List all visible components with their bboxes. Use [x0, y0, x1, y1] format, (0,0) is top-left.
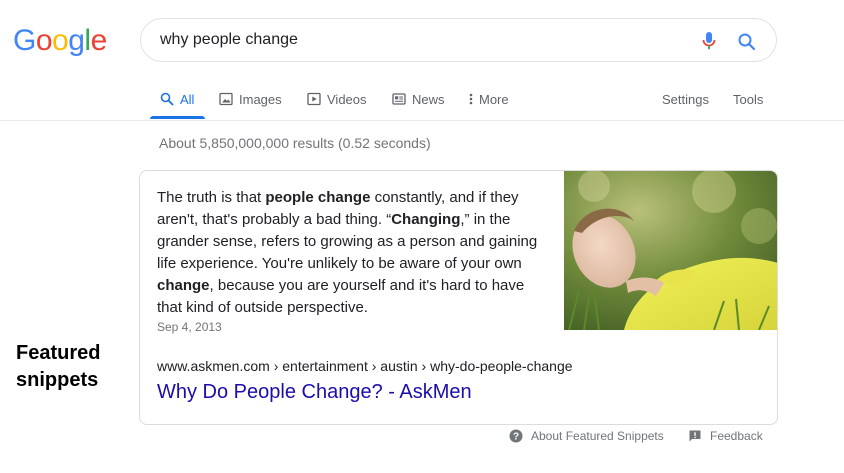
tab-label: Videos: [327, 91, 367, 107]
label-line: Featured: [16, 342, 101, 364]
news-icon: [392, 93, 406, 105]
snippet-highlight: people change: [265, 189, 371, 206]
active-tab-indicator: [150, 116, 205, 119]
search-input[interactable]: [160, 29, 680, 51]
image-icon: [219, 92, 233, 106]
result-title-link[interactable]: Why Do People Change? - AskMen: [157, 381, 472, 404]
tab-label: More: [479, 91, 509, 107]
featured-snippet-card: The truth is that people change constant…: [139, 170, 778, 425]
search-tabs: All Images Videos News More Settings Too…: [0, 82, 844, 120]
tab-more[interactable]: More: [469, 90, 509, 108]
search-icon[interactable]: [737, 32, 757, 52]
tab-label: News: [412, 91, 445, 107]
tools-label: Tools: [733, 91, 764, 107]
tab-all[interactable]: All: [160, 90, 194, 108]
snippet-highlight: Changing: [391, 211, 461, 228]
logo-letter: G: [13, 24, 36, 57]
tab-images[interactable]: Images: [219, 90, 282, 108]
more-vert-icon: [469, 93, 473, 105]
search-icon: [160, 92, 174, 106]
logo-letter: e: [90, 24, 108, 57]
tab-news[interactable]: News: [392, 90, 445, 108]
feedback-icon: [689, 430, 701, 442]
about-label: About Featured Snippets: [531, 429, 664, 443]
about-featured-snippets[interactable]: ? About Featured Snippets: [509, 429, 664, 443]
tab-label: All: [180, 91, 195, 107]
tools-link[interactable]: Tools: [733, 90, 763, 108]
search-box: [140, 18, 777, 62]
snippet-highlight: change: [157, 277, 210, 294]
snippet-date: Sep 4, 2013: [157, 320, 222, 334]
google-logo[interactable]: Google: [13, 24, 107, 58]
logo-letter: o: [52, 24, 69, 57]
tab-videos[interactable]: Videos: [307, 90, 367, 108]
feedback-link[interactable]: Feedback: [688, 429, 763, 443]
snippet-part: , because you are yourself and it's hard…: [157, 277, 525, 316]
snippet-text: The truth is that people change constant…: [157, 187, 552, 319]
settings-label: Settings: [662, 91, 709, 107]
header-divider: [0, 120, 844, 121]
settings-link[interactable]: Settings: [662, 90, 709, 108]
logo-letter: g: [68, 24, 85, 57]
mic-icon[interactable]: [701, 31, 717, 51]
help-icon: ?: [509, 429, 523, 443]
featured-snippets-label: Featured snippets: [16, 340, 100, 394]
snippet-thumbnail[interactable]: [564, 171, 777, 330]
tab-label: Images: [239, 91, 282, 107]
result-url: www.askmen.com › entertainment › austin …: [157, 358, 573, 374]
label-line: snippets: [16, 369, 99, 391]
result-stats: About 5,850,000,000 results (0.52 second…: [159, 135, 431, 151]
play-icon: [307, 92, 321, 106]
feedback-label: Feedback: [710, 429, 763, 443]
svg-text:?: ?: [513, 432, 519, 443]
snippet-part: The truth is that: [157, 189, 266, 206]
logo-letter: o: [35, 24, 53, 57]
